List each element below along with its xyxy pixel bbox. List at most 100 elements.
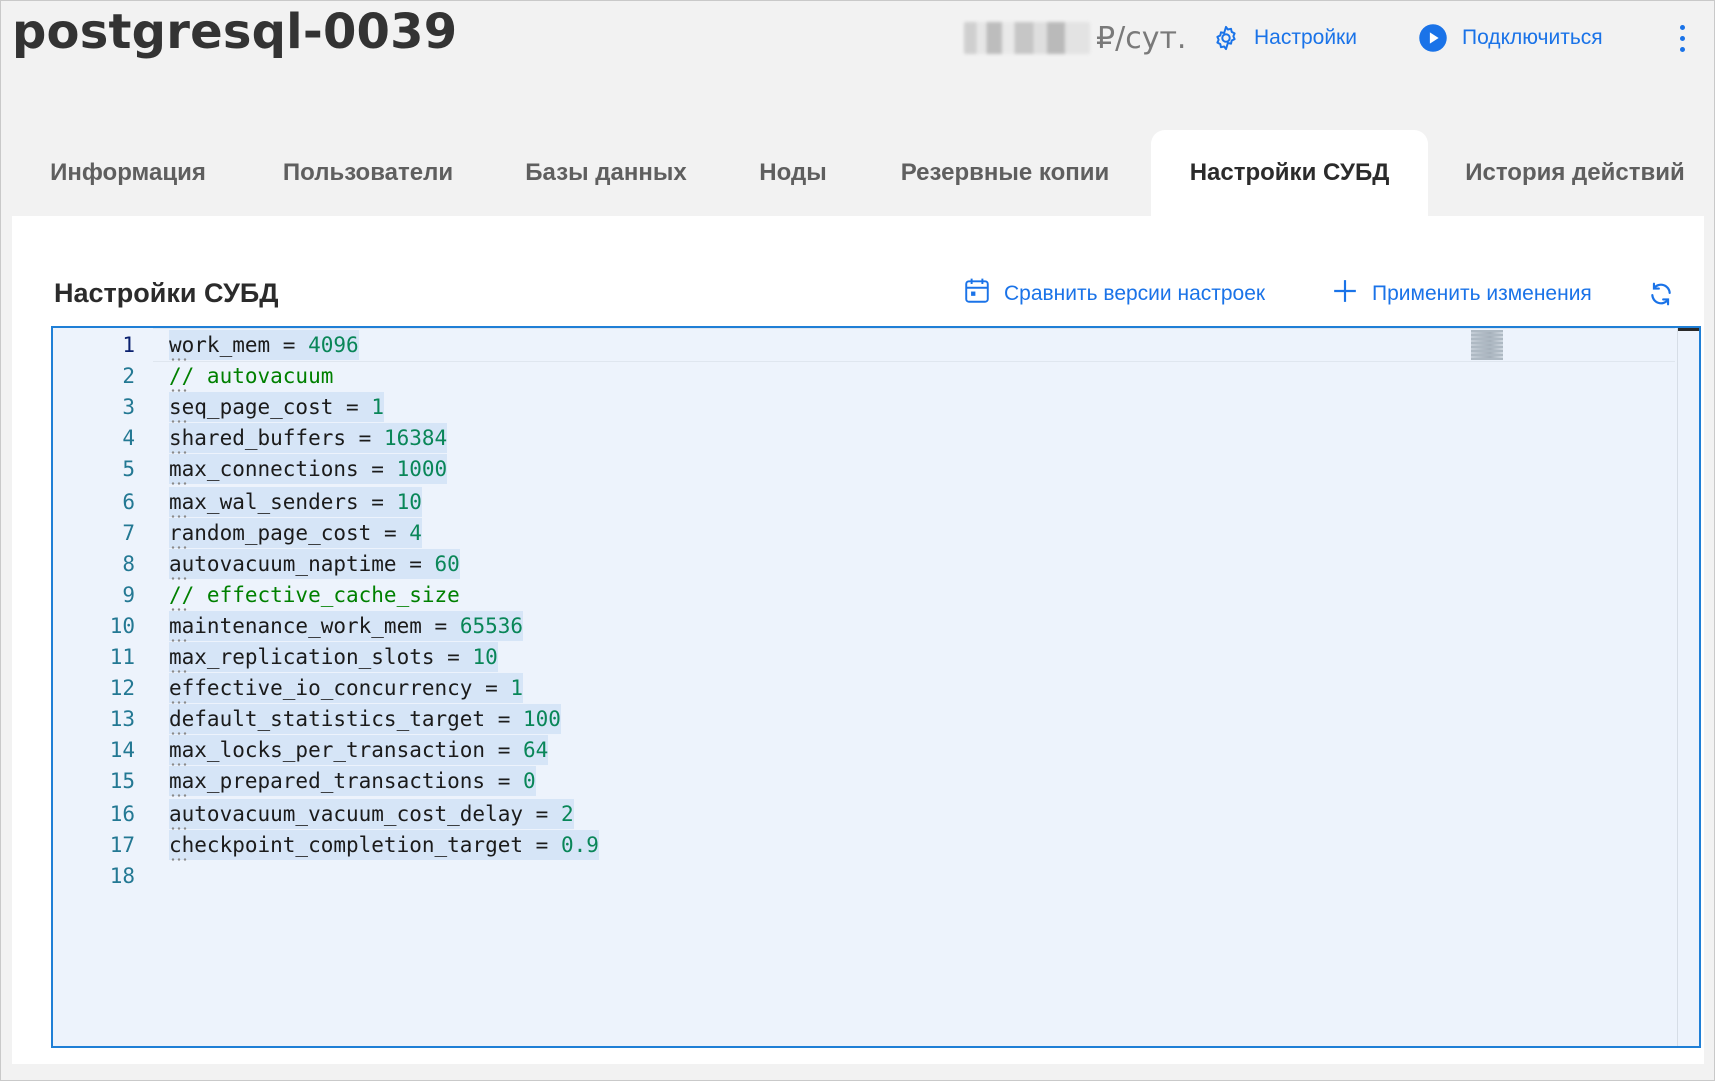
tab-info[interactable]: Информация [22,130,234,216]
setting-value: 100 [523,707,561,731]
code-line[interactable]: max_connections = 1000 [169,452,448,486]
settings-link[interactable]: Настройки [1212,20,1357,56]
setting-line-highlight: effective_io_concurrency = 1 [169,673,524,704]
section-title: Настройки СУБД [54,278,279,308]
line-number: 13 [109,707,135,731]
code-line[interactable]: autovacuum_vacuum_cost_delay = 2 [169,797,574,831]
line-number: 9 [122,583,135,607]
tab-users[interactable]: Пользователи [262,130,474,216]
code-line[interactable]: default_statistics_target = 100 [169,702,561,736]
code-line[interactable]: seq_page_cost = 1 [169,390,384,424]
content-panel: Настройки СУБД Сравнить версии настроек … [12,216,1704,1064]
line-number: 12 [109,676,135,700]
tab-databases[interactable]: Базы данных [506,130,706,216]
connect-button-label: Подключиться [1462,26,1603,49]
price-display: ₽/сут. [964,18,1186,58]
setting-operator: = [333,395,372,419]
page-title: postgresql-0039 [12,4,458,60]
setting-key: maintenance_work_mem [169,614,422,638]
config-editor[interactable]: 1 2 3 4 5 6 7 8 9 10 11 12 13 14 15 16 17 18 work_mem = 4… [51,326,1701,1048]
line-number: 4 [122,426,135,450]
code-line[interactable]: max_locks_per_transaction = 64 [169,733,549,767]
setting-operator: = [358,457,397,481]
setting-key: effective_io_concurrency [169,676,473,700]
setting-key: random_page_cost [169,521,372,545]
code-line[interactable]: max_wal_senders = 10 [169,485,422,519]
setting-line-highlight: random_page_cost = 4 [169,518,422,549]
line-number: 6 [122,490,135,514]
code-line[interactable]: shared_buffers = 16384 [169,421,448,455]
tab-activity-history[interactable]: История действий [1450,130,1700,216]
refresh-icon[interactable] [1646,278,1676,310]
setting-value: 16384 [383,426,448,450]
setting-key: work_mem [169,333,271,357]
tab-databases-label: Базы данных [525,159,687,186]
setting-key: max_locks_per_transaction [169,738,486,762]
plus-icon [1332,278,1358,310]
setting-key: autovacuum_naptime [169,552,397,576]
code-line[interactable]: random_page_cost = 4 [169,516,422,550]
scrollbar-position-marker [1678,328,1699,331]
price-value-blurred [964,22,1090,54]
setting-operator: = [434,645,473,669]
price-unit: ₽/сут. [1096,20,1187,56]
apply-changes-button[interactable]: Применить изменения [1332,278,1592,310]
line-number: 3 [122,395,135,419]
setting-key: max_replication_slots [169,645,435,669]
code-line[interactable]: autovacuum_naptime = 60 [169,547,460,581]
setting-value: 1 [510,676,524,700]
setting-value: 64 [523,738,549,762]
code-line[interactable]: maintenance_work_mem = 65536 [169,609,524,643]
setting-line-highlight: // autovacuum [169,361,334,392]
line-number: 14 [109,738,135,762]
play-circle-icon [1418,23,1448,53]
setting-line-highlight: checkpoint_completion_target = 0.9 [169,830,599,861]
vertical-scrollbar[interactable] [1677,328,1699,1046]
code-line[interactable]: max_prepared_transactions = 0 [169,764,536,798]
compare-versions-label: Сравнить версии настроек [1004,282,1266,305]
line-number: 2 [122,364,135,388]
tab-dbms-settings[interactable]: Настройки СУБД [1151,130,1428,216]
apply-changes-label: Применить изменения [1372,282,1592,305]
code-line[interactable]: checkpoint_completion_target = 0.9 [169,828,599,862]
setting-operator: = [523,833,561,857]
compare-versions-button[interactable]: Сравнить версии настроек [964,278,1265,310]
setting-value: 65536 [459,614,524,638]
setting-operator: = [371,521,410,545]
tab-nodes[interactable]: Ноды [738,130,848,216]
setting-line-highlight: default_statistics_target = 100 [169,704,561,735]
line-number: 10 [109,614,135,638]
tab-users-label: Пользователи [282,159,454,186]
minimap[interactable] [1471,330,1503,360]
setting-value: 0 [523,769,536,793]
code-line[interactable]: work_mem = 4096 [169,328,359,362]
current-line-highlight [153,328,1675,362]
code-line[interactable]: // effective_cache_size [169,578,460,612]
calendar-icon [964,277,990,311]
setting-line-highlight: max_wal_senders = 10 [169,487,422,518]
setting-operator: = [346,426,384,450]
setting-key: checkpoint_completion_target [169,833,524,857]
more-menu-icon[interactable] [1672,20,1692,56]
setting-operator: = [358,490,397,514]
setting-operator: = [523,802,561,826]
code-line[interactable]: max_replication_slots = 10 [169,640,498,674]
setting-line-highlight: max_locks_per_transaction = 64 [169,735,549,766]
tab-dbms-settings-label: Настройки СУБД [1189,159,1390,186]
connect-button[interactable]: Подключиться [1418,20,1603,56]
tab-backups[interactable]: Резервные копии [880,130,1130,216]
line-number: 1 [122,333,135,357]
code-line[interactable]: // autovacuum [169,359,333,393]
tab-info-label: Информация [50,159,206,186]
tab-bar: Информация Пользователи Базы данных Ноды… [0,130,1715,216]
setting-value: 2 [560,802,574,826]
setting-line-highlight: max_prepared_transactions = 0 [169,766,536,797]
setting-line-highlight: shared_buffers = 16384 [169,423,448,454]
setting-operator: = [421,614,460,638]
setting-key: max_connections [169,457,359,481]
code-comment: // effective_cache_size [169,583,460,607]
setting-line-highlight: autovacuum_vacuum_cost_delay = 2 [169,799,574,830]
code-comment: // autovacuum [169,364,334,388]
setting-line-highlight: max_connections = 1000 [169,454,448,485]
code-line[interactable]: effective_io_concurrency = 1 [169,671,524,705]
